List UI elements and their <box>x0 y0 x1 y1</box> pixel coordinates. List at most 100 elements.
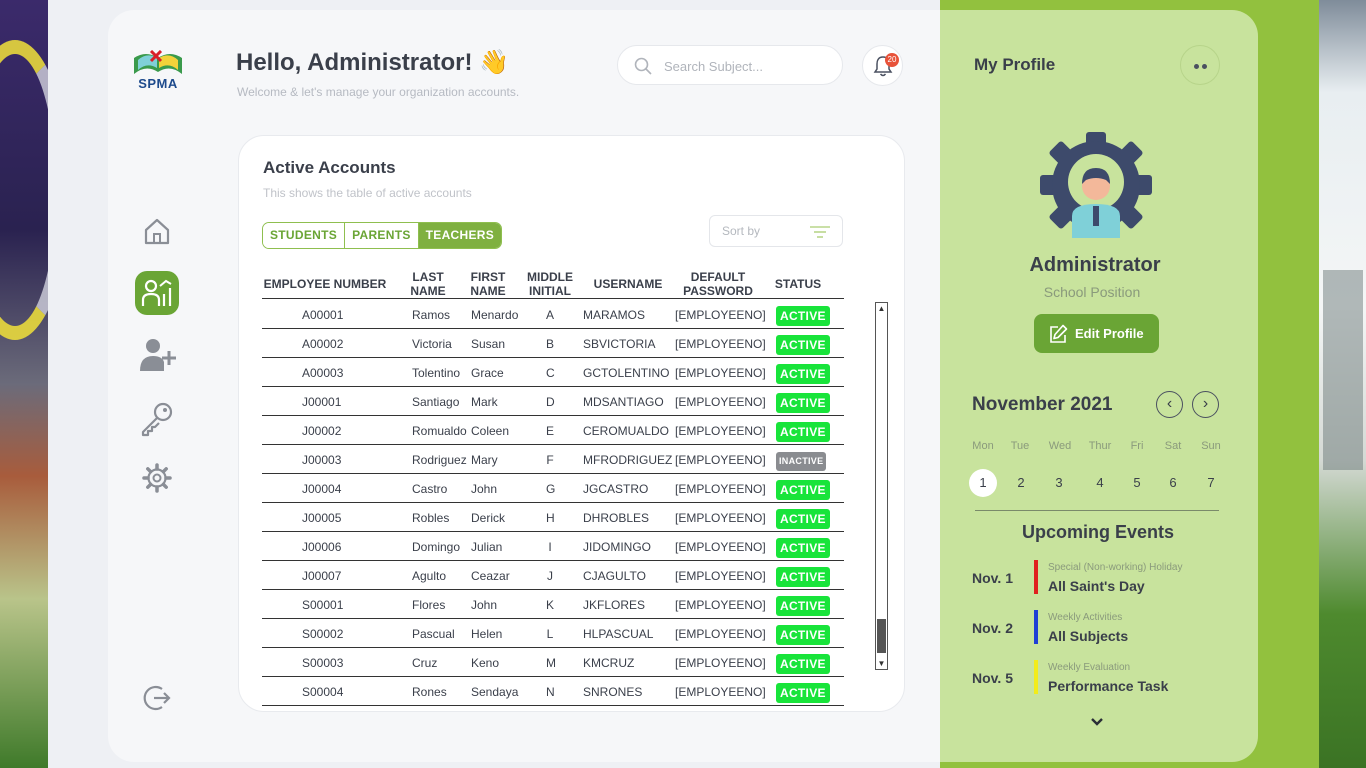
event-color-bar <box>1034 660 1038 694</box>
nav-home[interactable] <box>135 209 179 253</box>
weekday-label: Thur <box>1088 440 1112 452</box>
col-middle-initial[interactable]: MIDDLE INITIAL <box>524 270 576 298</box>
key-icon <box>141 402 173 437</box>
calendar-divider <box>975 510 1219 511</box>
middle-initial-cell: M <box>546 656 556 670</box>
nav-add-user[interactable] <box>135 332 179 376</box>
calendar-date[interactable]: 2 <box>1007 469 1035 497</box>
table-row[interactable]: S00004 Rones Sendaya N SNRONES [EMPLOYEENO] AC… <box>262 677 844 706</box>
event-color-bar <box>1034 610 1038 644</box>
last-name-cell: Romualdo <box>412 424 467 438</box>
password-cell: [EMPLOYEENO] <box>675 366 766 380</box>
event-name[interactable]: All Subjects <box>1048 628 1128 644</box>
table-row[interactable]: S00001 Flores John K JKFLORES [EMPLOYEENO] ACT… <box>262 590 844 619</box>
col-last-name[interactable]: LAST NAME <box>404 270 452 298</box>
calendar-date[interactable]: 5 <box>1123 469 1151 497</box>
event-category: Special (Non-working) Holiday <box>1048 562 1183 573</box>
tab-parents[interactable]: PARENTS <box>345 223 419 248</box>
table-row[interactable]: A00003 Tolentino Grace C GCTOLENTINO [EMPLOYE… <box>262 358 844 387</box>
table-row[interactable]: S00003 Cruz Keno M KMCRUZ [EMPLOYEENO] ACTIVE <box>262 648 844 677</box>
nav-password[interactable] <box>135 397 179 441</box>
calendar-date[interactable]: 7 <box>1197 469 1225 497</box>
scroll-thumb[interactable] <box>877 619 886 653</box>
nav-logout[interactable] <box>135 676 179 720</box>
search-input[interactable] <box>664 56 824 76</box>
status-badge: ACTIVE <box>776 567 830 587</box>
username-cell: SBVICTORIA <box>583 337 656 351</box>
more-options-button[interactable] <box>1180 45 1220 85</box>
status-badge: ACTIVE <box>776 393 830 413</box>
status-badge: ACTIVE <box>776 625 830 645</box>
table-row[interactable]: J00005 Robles Derick H DHROBLES [EMPLOYEENO] A… <box>262 503 844 532</box>
nav-accounts[interactable] <box>135 271 179 315</box>
table-scrollbar[interactable]: ▲ ▼ <box>875 302 888 670</box>
search-box[interactable] <box>617 45 843 85</box>
table-row[interactable]: J00007 Agulto Ceazar J CJAGULTO [EMPLOYEENO] A… <box>262 561 844 590</box>
status-badge: ACTIVE <box>776 654 830 674</box>
last-name-cell: Agulto <box>412 569 447 583</box>
chevron-down-icon[interactable] <box>1089 714 1105 730</box>
events-title: Upcoming Events <box>1021 522 1175 542</box>
middle-initial-cell: C <box>546 366 555 380</box>
scroll-down-arrow-icon[interactable]: ▼ <box>876 658 887 669</box>
employee-number-cell: S00003 <box>302 656 344 670</box>
sort-label: Sort by <box>722 224 761 238</box>
password-cell: [EMPLOYEENO] <box>675 395 766 409</box>
status-badge: ACTIVE <box>776 596 830 616</box>
event-category: Weekly Evaluation <box>1048 662 1131 673</box>
employee-number-cell: J00004 <box>302 482 342 496</box>
calendar-date[interactable]: 3 <box>1045 469 1073 497</box>
calendar-date[interactable]: 4 <box>1086 469 1114 497</box>
edit-icon <box>1050 324 1068 343</box>
logo-text: SPMA <box>138 76 178 91</box>
event-name[interactable]: Performance Task <box>1048 678 1168 694</box>
next-month-button[interactable]: › <box>1192 391 1219 418</box>
middle-initial-cell: B <box>546 337 555 351</box>
table-row[interactable]: J00002 Romualdo Coleen E CEROMUALDO [EMPLOYEE… <box>262 416 844 445</box>
status-badge: ACTIVE <box>776 509 830 529</box>
notifications-button[interactable]: 20 <box>862 45 903 86</box>
last-name-cell: Castro <box>412 482 448 496</box>
col-default-password[interactable]: DEFAULT PASSWORD <box>678 270 758 298</box>
col-employee-number[interactable]: EMPLOYEE NUMBER <box>262 277 388 291</box>
username-cell: CEROMUALDO <box>583 424 670 438</box>
table-row[interactable]: J00006 Domingo Julian I JIDOMINGO [EMPLOYEENO… <box>262 532 844 561</box>
username-cell: GCTOLENTINO <box>583 366 670 380</box>
accounts-title: Active Accounts <box>263 158 396 177</box>
first-name-cell: Grace <box>471 366 504 380</box>
last-name-cell: Robles <box>412 511 450 525</box>
table-row[interactable]: J00001 Santiago Mark D MDSANTIAGO [EMPLOYEENO… <box>262 387 844 416</box>
username-cell: MARAMOS <box>583 308 646 322</box>
col-status[interactable]: STATUS <box>770 277 826 291</box>
weekday-label: Sat <box>1164 440 1182 452</box>
nav-settings[interactable] <box>135 456 179 500</box>
weekday-label: Mon <box>972 440 994 452</box>
edit-profile-button[interactable]: Edit Profile <box>1034 314 1159 353</box>
edit-profile-label: Edit Profile <box>1075 326 1144 341</box>
event-name[interactable]: All Saint's Day <box>1048 578 1145 594</box>
table-row[interactable]: J00003 Rodriguez Mary F MFRODRIGUEZ [EMPLOYEE… <box>262 445 844 474</box>
employee-number-cell: S00002 <box>302 627 344 641</box>
tab-teachers[interactable]: TEACHERS <box>418 223 502 248</box>
middle-initial-cell: G <box>546 482 556 496</box>
password-cell: [EMPLOYEENO] <box>675 482 766 496</box>
calendar-date[interactable]: 1 <box>969 469 997 497</box>
table-row[interactable]: J00004 Castro John G JGCASTRO [EMPLOYEENO] ACT… <box>262 474 844 503</box>
sort-dropdown[interactable]: Sort by <box>709 215 843 247</box>
employee-number-cell: S00001 <box>302 598 344 612</box>
table-row[interactable]: A00001 Ramos Menardo A MARAMOS [EMPLOYEENO] AC… <box>262 300 844 329</box>
book-logo-icon <box>134 50 182 74</box>
table-row[interactable]: S00002 Pascual Helen L HLPASCUAL [EMPLOYEENO]… <box>262 619 844 648</box>
status-badge: ACTIVE <box>776 306 830 326</box>
last-name-cell: Rodriguez <box>412 453 467 467</box>
weekday-label: Sun <box>1201 440 1221 452</box>
calendar-date[interactable]: 6 <box>1159 469 1187 497</box>
table-row[interactable]: A00002 Victoria Susan B SBVICTORIA [EMPLOYEEN… <box>262 329 844 358</box>
last-name-cell: Rones <box>412 685 447 699</box>
col-first-name[interactable]: FIRST NAME <box>464 270 512 298</box>
scroll-up-arrow-icon[interactable]: ▲ <box>876 303 887 314</box>
middle-initial-cell: F <box>546 453 554 467</box>
tab-students[interactable]: STUDENTS <box>263 223 346 248</box>
col-username[interactable]: USERNAME <box>588 277 668 291</box>
prev-month-button[interactable]: ‹ <box>1156 391 1183 418</box>
